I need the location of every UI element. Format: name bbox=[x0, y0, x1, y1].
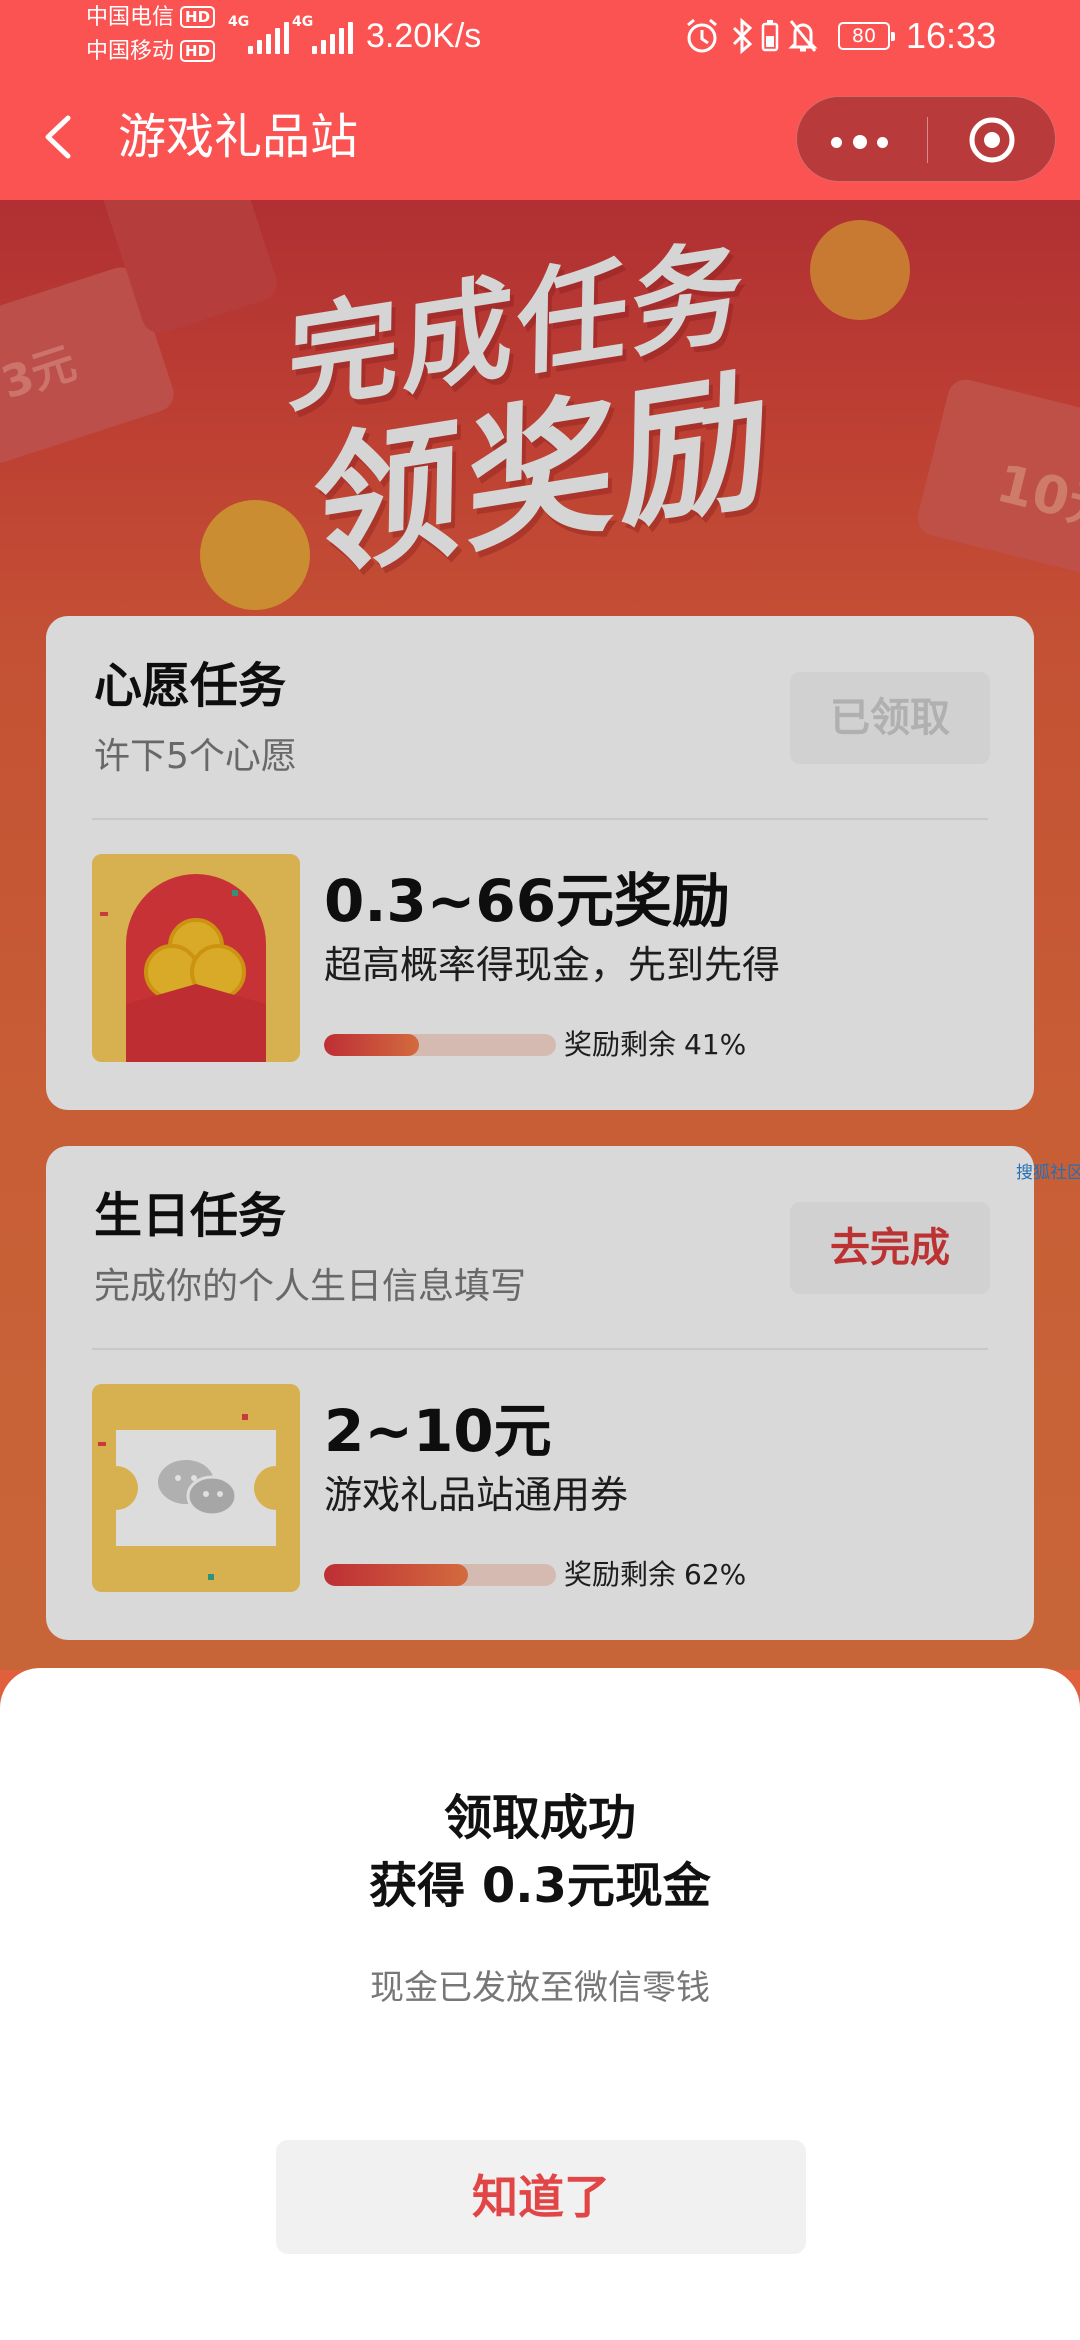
clock: 16:33 bbox=[906, 15, 997, 56]
more-dot-icon bbox=[831, 137, 842, 148]
alarm-icon bbox=[687, 18, 717, 53]
signal-icon: 4G bbox=[228, 14, 289, 54]
success-title: 领取成功 bbox=[443, 1790, 636, 1846]
battery-icon: 80 bbox=[838, 22, 895, 50]
success-note: 现金已发放至微信零钱 bbox=[370, 1968, 710, 2008]
capsule-divider bbox=[927, 117, 928, 163]
reward-amount: 获得 0.3元现金 bbox=[369, 1858, 711, 1914]
network-speed: 3.20K/s bbox=[366, 17, 482, 55]
close-miniprogram-icon[interactable] bbox=[967, 115, 1017, 165]
success-bottom-sheet: 领取成功 获得 0.3元现金 现金已发放至微信零钱 知道了 bbox=[0, 1668, 1080, 2340]
more-dot-icon bbox=[877, 137, 888, 148]
carrier-mobile: 中国移动 HD bbox=[86, 38, 216, 66]
battery-small-icon bbox=[761, 20, 779, 52]
nav-bar: 游戏礼品站 bbox=[0, 72, 1080, 200]
miniprogram-capsule bbox=[796, 96, 1056, 182]
carrier-telecom: 中国电信 HD bbox=[86, 4, 216, 32]
bluetooth-icon bbox=[732, 17, 753, 55]
got-it-button[interactable]: 知道了 bbox=[276, 2140, 806, 2254]
signal-icon-2: 4G bbox=[292, 14, 353, 54]
more-dot-icon bbox=[853, 135, 867, 149]
back-arrow-icon[interactable] bbox=[38, 112, 82, 162]
mute-bell-icon bbox=[788, 20, 818, 52]
page-title: 游戏礼品站 bbox=[118, 109, 359, 165]
more-button[interactable] bbox=[827, 119, 897, 161]
status-bar: 中国电信 HD 中国移动 HD 4G 4G 3.20K/s 80 16:33 bbox=[0, 0, 1080, 72]
modal-overlay[interactable] bbox=[0, 200, 1080, 1670]
